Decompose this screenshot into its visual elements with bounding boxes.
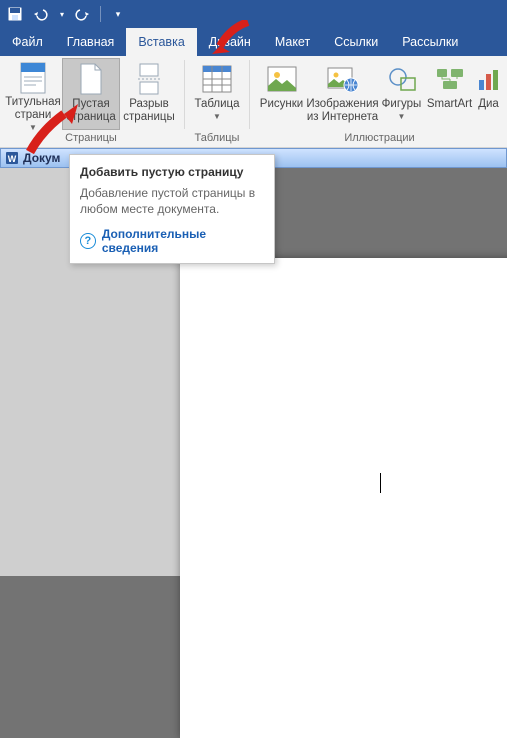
shapes-label: Фигуры bbox=[382, 98, 422, 111]
shapes-button[interactable]: Фигуры ▼ bbox=[379, 58, 425, 130]
online-pictures-icon bbox=[327, 62, 359, 96]
text-cursor bbox=[380, 473, 381, 493]
document-page[interactable] bbox=[180, 258, 507, 738]
chart-button[interactable]: Диа bbox=[475, 58, 503, 130]
table-button[interactable]: Таблица ▼ bbox=[191, 58, 243, 130]
annotation-arrow bbox=[210, 20, 252, 56]
group-illustrations-label: Иллюстрации bbox=[256, 130, 503, 146]
tab-layout[interactable]: Макет bbox=[263, 28, 322, 56]
customize-qat-icon[interactable]: ▾ bbox=[109, 5, 127, 23]
undo-icon[interactable] bbox=[32, 5, 50, 23]
smartart-label: SmartArt bbox=[427, 98, 472, 111]
redo-icon[interactable] bbox=[74, 5, 92, 23]
pictures-label: Рисунки bbox=[260, 98, 303, 111]
smartart-icon bbox=[435, 62, 465, 96]
chart-label: Диа bbox=[478, 98, 499, 111]
smartart-button[interactable]: SmartArt bbox=[425, 58, 475, 130]
pictures-icon bbox=[267, 62, 297, 96]
blank-page-tooltip: Добавить пустую страницу Добавление пуст… bbox=[69, 154, 275, 264]
dropdown-icon: ▼ bbox=[398, 112, 406, 121]
tooltip-link-text: Дополнительные сведения bbox=[102, 227, 264, 255]
tab-references[interactable]: Ссылки bbox=[322, 28, 390, 56]
online-pictures-button[interactable]: Изображения из Интернета bbox=[307, 58, 379, 130]
qat-separator bbox=[100, 6, 101, 22]
tab-mailings[interactable]: Рассылки bbox=[390, 28, 470, 56]
group-illustrations: Рисунки Изображения из Интернета Фигуры … bbox=[252, 56, 507, 147]
group-tables: Таблица ▼ Таблицы bbox=[187, 56, 247, 147]
quick-access-toolbar: ▾ ▾ bbox=[0, 0, 507, 28]
svg-text:W: W bbox=[8, 154, 17, 164]
table-icon bbox=[202, 62, 232, 96]
group-tables-label: Таблицы bbox=[195, 130, 240, 146]
tooltip-more-info-link[interactable]: ? Дополнительные сведения bbox=[80, 227, 264, 255]
undo-dropdown-icon[interactable]: ▾ bbox=[58, 5, 66, 23]
blank-page-icon bbox=[78, 62, 104, 96]
tab-home[interactable]: Главная bbox=[55, 28, 127, 56]
ribbon-tabs: Файл Главная Вставка Дизайн Макет Ссылки… bbox=[0, 28, 507, 56]
save-icon[interactable] bbox=[6, 5, 24, 23]
tooltip-body: Добавление пустой страницы в любом месте… bbox=[80, 185, 264, 217]
word-doc-icon: W bbox=[5, 151, 19, 165]
table-label: Таблица bbox=[194, 98, 239, 111]
help-icon: ? bbox=[80, 233, 96, 249]
chart-icon bbox=[477, 62, 501, 96]
shapes-icon bbox=[387, 62, 417, 96]
page-break-label: Разрыв страницы bbox=[120, 98, 178, 124]
tooltip-title: Добавить пустую страницу bbox=[80, 165, 264, 179]
pictures-button[interactable]: Рисунки bbox=[257, 58, 307, 130]
group-separator bbox=[184, 60, 185, 129]
cover-page-icon bbox=[19, 62, 47, 94]
tab-insert[interactable]: Вставка bbox=[126, 28, 196, 56]
group-separator bbox=[249, 60, 250, 129]
annotation-arrow bbox=[24, 100, 82, 158]
tab-file[interactable]: Файл bbox=[0, 28, 55, 56]
dropdown-icon: ▼ bbox=[213, 112, 221, 121]
page-break-button[interactable]: Разрыв страницы bbox=[120, 58, 178, 130]
online-pictures-label: Изображения из Интернета bbox=[306, 98, 378, 124]
page-break-icon bbox=[136, 62, 162, 96]
